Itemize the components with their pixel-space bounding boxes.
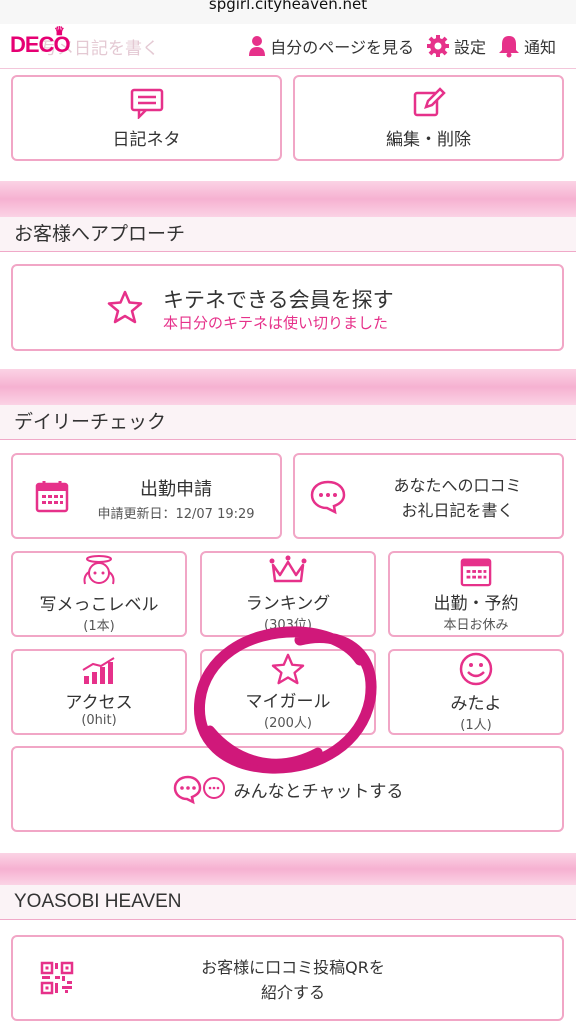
crown-icon: ♛	[54, 24, 65, 38]
ranking-rank: (303位)	[264, 618, 312, 633]
my-girl-count: (200人)	[264, 716, 312, 731]
chat-button[interactable]: みんなとチャットする	[11, 746, 564, 832]
schedule-label: 出勤・予約	[433, 594, 519, 614]
deco-logo[interactable]: DECO ♛	[10, 24, 71, 58]
chat-lines-icon	[130, 88, 163, 119]
my-girl-button[interactable]: マイガール (200人)	[200, 649, 376, 735]
reviews-thanks-button[interactable]: あなたへの口コミ お礼日記を書く	[293, 453, 564, 539]
qr-line2: 紹介する	[260, 983, 325, 1002]
bar-chart-icon	[82, 657, 115, 684]
diary-section: 日記ネタ 編集・削除	[0, 69, 576, 181]
divider-band	[0, 181, 576, 217]
my-page-link[interactable]: 自分のページを見る	[248, 34, 414, 58]
speech-bubble-icon	[310, 480, 346, 515]
schedule-note: 本日お休み	[443, 618, 509, 633]
my-girl-label: マイガール	[245, 692, 331, 712]
kitene-note: 本日分のキテネは使い切りました	[163, 314, 389, 332]
yoasobi-heading: YOASOBI HEAVEN	[0, 885, 576, 920]
top-header: 写メ日記を書く DECO ♛ 自分のページを見る 設定 通知	[0, 24, 576, 69]
notifications-link[interactable]: 通知	[498, 34, 556, 58]
review-qr-button[interactable]: お客様に口コミ投稿QRを 紹介する	[11, 935, 564, 1021]
angel-girl-icon	[83, 555, 115, 585]
bell-icon	[498, 36, 519, 58]
mitayo-button[interactable]: みたよ (1人)	[388, 649, 564, 735]
star-icon	[271, 653, 305, 685]
approach-section: お客様へアプローチ キテネできる会員を探す 本日分のキテネは使い切りました	[0, 217, 576, 369]
person-icon	[249, 36, 266, 56]
edit-icon	[413, 86, 446, 116]
settings-label: 設定	[453, 38, 486, 57]
reviews-line1: あなたへの口コミ	[393, 476, 522, 495]
attendance-updated: 申請更新日：12/07 19:29	[97, 507, 255, 522]
calendar-icon	[35, 481, 69, 513]
gear-icon	[426, 35, 449, 57]
mitayo-label: みたよ	[450, 694, 502, 714]
diary-ideas-label: 日記ネタ	[112, 129, 181, 150]
reviews-line2: お礼日記を書く	[401, 501, 514, 520]
find-members-label: キテネできる会員を探す	[163, 288, 394, 312]
diary-ideas-button[interactable]: 日記ネタ	[11, 75, 282, 161]
daily-check-heading: デイリーチェック	[0, 405, 576, 440]
find-members-button[interactable]: キテネできる会員を探す 本日分のキテネは使い切りました	[11, 264, 564, 351]
edit-delete-label: 編集・削除	[386, 129, 471, 150]
access-count: (0hit)	[81, 713, 117, 728]
approach-heading: お客様へアプローチ	[0, 217, 576, 252]
smiley-icon	[459, 652, 493, 686]
qr-code-icon	[40, 961, 74, 995]
chat-label: みんなとチャットする	[233, 781, 404, 802]
attendance-request-button[interactable]: 出勤申請 申請更新日：12/07 19:29	[11, 453, 282, 539]
qr-line1: お客様に口コミ投稿QRを	[201, 958, 385, 977]
access-label: アクセス	[65, 693, 133, 713]
mitayo-count: (1人)	[460, 718, 492, 733]
photo-level-count: (1本)	[83, 619, 115, 634]
url-text: spgirl.cityheaven.net	[208, 0, 368, 13]
chat-bubbles-icon	[173, 775, 225, 805]
star-icon	[107, 290, 143, 324]
top-nav: 自分のページを見る 設定 通知	[248, 34, 556, 58]
daily-check-section: デイリーチェック 出勤申請 申請更新日：12/07 19:29 あなたへの口コミ…	[0, 405, 576, 853]
ranking-label: ランキング	[245, 594, 331, 614]
photo-level-label: 写メっこレベル	[39, 595, 159, 615]
settings-link[interactable]: 設定	[426, 34, 486, 58]
divider-band	[0, 853, 576, 885]
photo-level-button[interactable]: 写メっこレベル (1本)	[11, 551, 187, 637]
yoasobi-section: YOASOBI HEAVEN お客様に口コミ投稿QRを 紹介する	[0, 885, 576, 1024]
calendar-icon	[460, 558, 492, 587]
ranking-button[interactable]: ランキング (303位)	[200, 551, 376, 637]
attendance-title: 出勤申請	[140, 479, 212, 500]
divider-band	[0, 369, 576, 405]
schedule-button[interactable]: 出勤・予約 本日お休み	[388, 551, 564, 637]
my-page-label: 自分のページを見る	[270, 38, 414, 57]
url-bar[interactable]: spgirl.cityheaven.net	[0, 0, 576, 24]
access-button[interactable]: アクセス (0hit)	[11, 649, 187, 735]
notifications-label: 通知	[523, 38, 556, 57]
crown-icon	[269, 555, 307, 583]
edit-delete-button[interactable]: 編集・削除	[293, 75, 564, 161]
